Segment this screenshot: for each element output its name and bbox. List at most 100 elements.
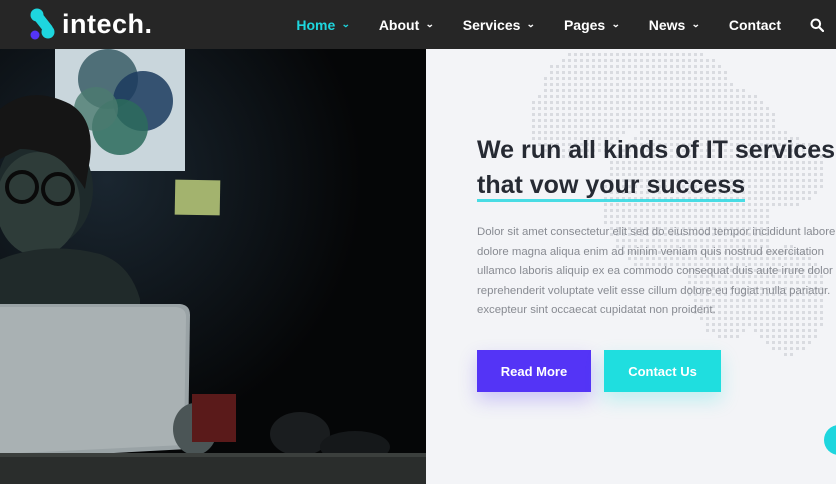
map-dot [730,107,733,110]
map-dot [676,59,679,62]
map-dot [658,209,661,212]
map-dot [616,77,619,80]
map-dot [646,71,649,74]
map-dot [718,209,721,212]
map-dot [688,215,691,218]
map-dot [748,209,751,212]
nav-label: Pages [563,16,606,33]
map-dot [736,89,739,92]
map-dot [712,329,715,332]
map-dot [760,335,763,338]
map-dot [616,125,619,128]
map-dot [628,71,631,74]
map-dot [592,107,595,110]
map-dot [592,59,595,62]
map-dot [646,209,649,212]
map-dot [610,203,613,206]
map-dot [760,119,763,122]
map-dot [580,77,583,80]
map-dot [640,65,643,68]
map-dot [598,107,601,110]
map-dot [586,65,589,68]
map-dot [742,209,745,212]
map-dot [616,113,619,116]
map-dot [814,335,817,338]
map-dot [670,95,673,98]
map-dot [748,203,751,206]
map-dot [778,203,781,206]
map-dot [634,77,637,80]
map-dot [604,113,607,116]
nav-item-pages[interactable]: Pages ⌄ [563,16,621,33]
map-dot [604,89,607,92]
map-dot [598,59,601,62]
map-dot [694,215,697,218]
map-dot [538,95,541,98]
nav-item-contact[interactable]: Contact [729,17,781,33]
map-dot [784,329,787,332]
map-dot [772,203,775,206]
map-dot [544,95,547,98]
map-dot [658,215,661,218]
map-dot [724,77,727,80]
map-dot [574,71,577,74]
map-dot [712,215,715,218]
map-dot [682,119,685,122]
map-dot [616,203,619,206]
map-dot [730,335,733,338]
map-dot [646,101,649,104]
map-dot [796,203,799,206]
map-dot [718,125,721,128]
map-dot [772,329,775,332]
nav-item-home[interactable]: Home ⌄ [296,16,350,33]
read-more-button[interactable]: Read More [477,350,591,392]
map-dot [688,101,691,104]
map-dot [622,215,625,218]
map-dot [718,107,721,110]
map-dot [724,95,727,98]
nav-label: About [378,16,420,33]
map-dot [736,209,739,212]
map-dot [730,215,733,218]
map-dot [700,107,703,110]
nav-item-news[interactable]: News ⌄ [649,17,701,33]
nav-item-about[interactable]: About ⌄ [378,16,435,33]
map-dot [544,77,547,80]
map-dot [586,101,589,104]
map-dot [646,119,649,122]
map-dot [634,89,637,92]
chevron-down-icon: ⌄ [691,19,701,29]
map-dot [736,119,739,122]
map-dot [664,59,667,62]
map-dot [742,119,745,122]
map-dot [598,89,601,92]
map-dot [754,113,757,116]
map-dot [658,71,661,74]
nav-item-services[interactable]: Services ⌄ [463,17,536,33]
nav-label: Home [296,16,336,33]
map-dot [814,323,817,326]
contact-us-button[interactable]: Contact Us [604,350,721,392]
map-dot [622,107,625,110]
map-dot [568,125,571,128]
map-dot [754,203,757,206]
map-dot [574,83,577,86]
map-dot [718,77,721,80]
map-dot [634,101,637,104]
map-dot [772,323,775,326]
map-dot [724,335,727,338]
map-dot [706,65,709,68]
map-dot [538,119,541,122]
map-dot [640,89,643,92]
search-icon[interactable] [810,18,824,32]
map-dot [670,113,673,116]
logo[interactable]: intech. [28,7,153,41]
map-dot [802,347,805,350]
description-line: excepteur sint occaecat cupidatat non pr… [477,304,716,316]
map-dot [796,329,799,332]
map-dot [586,59,589,62]
map-dot [676,95,679,98]
map-dot [772,335,775,338]
map-dot [676,101,679,104]
map-dot [712,203,715,206]
